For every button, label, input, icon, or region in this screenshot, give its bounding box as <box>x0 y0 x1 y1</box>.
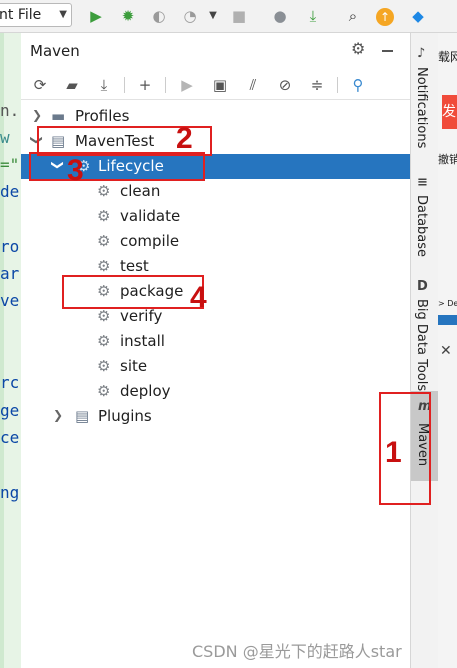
tree-node-label: Profiles <box>75 107 130 125</box>
code-fragment: rc <box>0 373 20 392</box>
annotation-number: 4 <box>190 281 207 314</box>
annotation-number: 2 <box>176 122 193 155</box>
database-icon: ≡ <box>417 175 428 190</box>
toggle-offline-icon[interactable]: ⫽ <box>242 75 264 95</box>
phase-label: install <box>120 332 165 350</box>
run-configuration-label: nt File <box>0 7 42 23</box>
chevron-down-icon: ▼ <box>59 9 67 20</box>
lifecycle-phase-deploy[interactable]: ⚙ deploy <box>21 379 410 404</box>
gear-icon: ⚙ <box>97 382 111 400</box>
phase-label: compile <box>120 232 180 250</box>
code-fragment: w <box>0 128 10 147</box>
plugin-update-icon[interactable]: ↑ <box>375 6 395 26</box>
reload-icon[interactable]: ⟳ <box>29 75 51 95</box>
gear-icon: ⚙ <box>97 207 111 225</box>
execute-goal-icon[interactable]: ▣ <box>209 75 231 95</box>
fragment-text: > Dep <box>438 299 457 308</box>
gear-icon: ⚙ <box>97 182 111 200</box>
gear-icon: ⚙ <box>97 357 111 375</box>
fragment-button: 发 <box>442 95 457 129</box>
fragment-text: 撤销 <box>438 153 457 166</box>
collapse-icon[interactable]: ≑ <box>306 75 328 95</box>
tree-node-plugins[interactable]: ❯ ▤ Plugins <box>21 404 410 429</box>
gear-icon: ⚙ <box>97 332 111 350</box>
tab-database[interactable]: Database <box>414 195 429 257</box>
toolbar-separator <box>165 77 166 93</box>
code-fragment: ng <box>0 483 20 502</box>
plugins-icon: ▤ <box>75 407 90 425</box>
debug-icon[interactable]: ✹ <box>118 6 138 26</box>
add-icon[interactable]: + <box>134 75 156 95</box>
skip-tests-icon[interactable]: ⊘ <box>274 75 296 95</box>
editor-fragment: n. w =" de ro ar ve rc ge ce ng <box>0 33 22 668</box>
gear-icon: ⚙ <box>97 232 111 250</box>
minimize-icon[interactable] <box>382 50 393 52</box>
bell-icon: ♪ <box>417 46 426 61</box>
phase-label: verify <box>120 307 163 325</box>
phase-label: clean <box>120 182 161 200</box>
account-icon[interactable]: ● <box>270 6 290 26</box>
fragment-bar <box>438 315 457 325</box>
phase-label: test <box>120 257 149 275</box>
chevron-right-icon[interactable]: ❯ <box>53 408 63 422</box>
folder-icon: ▬ <box>51 107 66 125</box>
code-fragment: ge <box>0 401 20 420</box>
annotation-number: 3 <box>67 154 84 187</box>
analyze-icon[interactable]: ⚲ <box>347 75 369 95</box>
run-icon[interactable]: ▶ <box>86 6 106 26</box>
gear-icon[interactable]: ⚙ <box>351 39 365 58</box>
background-window-fragment: 载网 发 撤销 > Dep ✕ <box>438 33 457 668</box>
code-fragment: ce <box>0 428 20 447</box>
fragment-text: 载网 <box>438 50 457 64</box>
run-icon[interactable]: ▶ <box>176 75 198 95</box>
phase-label: site <box>120 357 148 375</box>
annotation-box <box>29 152 205 181</box>
main-toolbar: nt File ▼ ▶ ✹ ◐ ◔ ▼ ■ ● ⤓ ⌕ ↑ ◆ <box>0 0 457 33</box>
big-data-tools-icon: D <box>417 279 428 294</box>
lifecycle-phase-validate[interactable]: ⚙ validate <box>21 204 410 229</box>
toolbar-separator <box>337 77 338 93</box>
code-fragment: de <box>0 182 20 201</box>
chevron-down-icon[interactable]: ▼ <box>203 6 223 26</box>
toolbar-separator <box>124 77 125 93</box>
chevron-right-icon[interactable]: ❯ <box>32 108 42 122</box>
tab-big-data-tools[interactable]: Big Data Tools <box>414 299 429 391</box>
tree-node-label: Plugins <box>98 407 152 425</box>
phase-label: deploy <box>120 382 171 400</box>
lifecycle-phase-install[interactable]: ⚙ install <box>21 329 410 354</box>
gear-icon: ⚙ <box>97 257 111 275</box>
profile-icon[interactable]: ◔ <box>180 6 200 26</box>
code-fragment: ve <box>0 291 20 310</box>
add-folder-icon[interactable]: ▰ <box>61 75 83 95</box>
tab-notifications[interactable]: Notifications <box>414 67 429 148</box>
toolbox-icon[interactable]: ◆ <box>408 6 428 26</box>
code-fragment: n. <box>0 101 20 120</box>
phase-label: validate <box>120 207 181 225</box>
download-icon[interactable]: ⤓ <box>93 75 115 95</box>
search-icon[interactable]: ⌕ <box>343 6 363 26</box>
maven-toolbar: ⟳ ▰ ⤓ + ▶ ▣ ⫽ ⊘ ≑ ⚲ <box>21 69 410 100</box>
right-tool-strip: ♪ Notifications ≡ Database D Big Data To… <box>410 33 439 668</box>
close-icon: ✕ <box>440 343 452 359</box>
annotation-box <box>62 275 204 309</box>
gear-icon: ⚙ <box>97 307 111 325</box>
code-fragment: =" <box>0 155 20 174</box>
update-icon[interactable]: ⤓ <box>303 6 323 26</box>
annotation-number: 1 <box>385 436 402 469</box>
run-configuration-select[interactable]: nt File ▼ <box>0 3 72 27</box>
panel-title: Maven <box>30 42 80 60</box>
watermark: CSDN @星光下的赶路人star <box>192 642 402 661</box>
lifecycle-phase-compile[interactable]: ⚙ compile <box>21 229 410 254</box>
code-fragment: ar <box>0 264 20 283</box>
stop-icon[interactable]: ■ <box>229 6 249 26</box>
code-fragment: ro <box>0 237 20 256</box>
lifecycle-phase-site[interactable]: ⚙ site <box>21 354 410 379</box>
coverage-icon[interactable]: ◐ <box>149 6 169 26</box>
